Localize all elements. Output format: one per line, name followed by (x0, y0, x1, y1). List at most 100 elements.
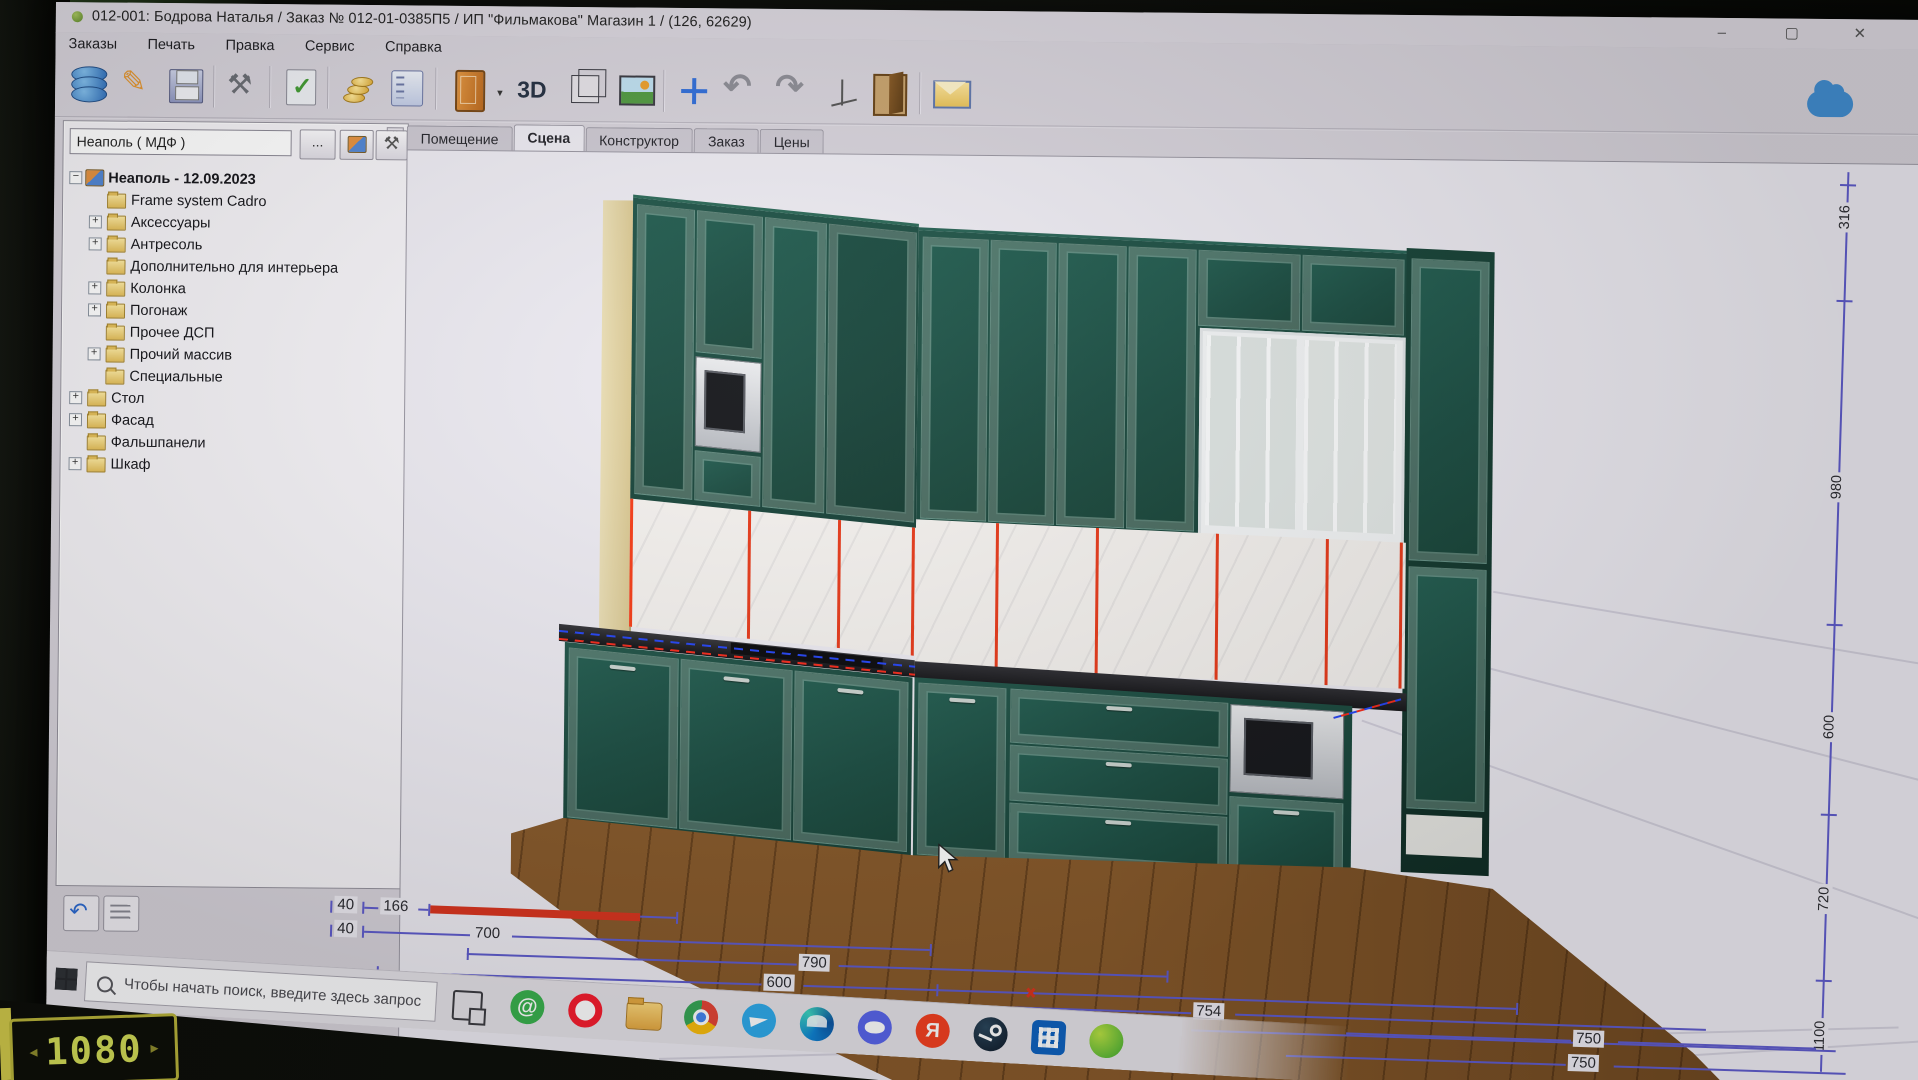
dim-720: 720 (1816, 884, 1833, 915)
menu-service[interactable]: Сервис (292, 34, 368, 55)
app-icon (72, 11, 83, 22)
undo-icon: ↶ (723, 66, 752, 106)
axes-button[interactable] (823, 69, 869, 115)
dim-316: 316 (1837, 202, 1854, 233)
paint-house-icon (348, 136, 367, 153)
tab-scene[interactable]: Сцена (513, 124, 584, 152)
expand-icon[interactable]: + (88, 281, 101, 294)
tab-room[interactable]: Помещение (407, 125, 513, 151)
tree-item[interactable]: + Прочий массив (62, 343, 406, 367)
spec-panel-button[interactable] (383, 65, 429, 111)
database-button[interactable] (63, 62, 109, 108)
center-view-button[interactable] (671, 68, 717, 114)
envelope-icon (933, 80, 971, 108)
kitchen-window (1198, 328, 1406, 548)
tree-item[interactable]: + Стол (61, 387, 405, 411)
tree-item[interactable]: Frame system Cadro (63, 189, 407, 213)
wireframe-cube-icon (571, 75, 599, 103)
tree-item[interactable]: + Погонаж (62, 299, 406, 323)
expand-icon[interactable]: + (69, 413, 82, 426)
open-door-button[interactable] (867, 70, 913, 116)
undo-button[interactable]: ↶ (719, 68, 765, 114)
tree-item[interactable]: + Шкаф (60, 453, 404, 477)
expand-icon[interactable]: + (69, 457, 82, 470)
door-dropdown-caret[interactable]: ▾ (497, 86, 503, 99)
collapse-icon[interactable]: − (69, 171, 82, 184)
panel-tools-button[interactable]: ⚒ (375, 130, 407, 160)
task-view-icon[interactable] (452, 990, 484, 1022)
mode-3d-label[interactable]: 3D (517, 76, 547, 103)
tab-constructor[interactable]: Конструктор (585, 127, 693, 153)
telegram-icon[interactable] (741, 1003, 777, 1039)
tree-item[interactable]: Прочее ДСП (62, 321, 406, 345)
tree-item[interactable]: + Аксессуары (63, 211, 407, 235)
material-paint-button[interactable] (339, 130, 373, 160)
wireframe-button[interactable] (563, 67, 609, 113)
built-in-microwave (1229, 704, 1344, 799)
refresh-icon: ↶ (69, 898, 88, 924)
tools-button[interactable]: ⚒ (219, 64, 265, 110)
kitchen-backsplash-right (915, 519, 1406, 689)
close-button[interactable]: ✕ (1836, 22, 1884, 46)
browse-button[interactable]: ... (300, 129, 336, 159)
price-button[interactable] (335, 65, 381, 111)
render-image-button[interactable] (611, 67, 657, 113)
chrome-icon[interactable] (683, 999, 719, 1035)
check-order-button[interactable] (277, 64, 323, 110)
tab-order[interactable]: Заказ (694, 128, 759, 154)
sticker-arrow-right: ▸ (150, 1038, 159, 1058)
sync-button[interactable]: ↶ (63, 895, 99, 931)
mail-button[interactable] (927, 70, 973, 116)
edit-button[interactable]: ✎ (113, 63, 159, 109)
calculator-icon[interactable] (1031, 1020, 1067, 1056)
menu-help[interactable]: Справка (372, 35, 455, 56)
steam-icon[interactable] (973, 1016, 1009, 1052)
sticker-value: 1080 (45, 1027, 144, 1073)
tree-item[interactable]: Специальные (61, 365, 405, 389)
menu-print[interactable]: Печать (134, 33, 208, 54)
material-combo[interactable]: Неаполь ( МДФ ) (70, 128, 292, 156)
app-icon-partial[interactable] (1088, 1023, 1124, 1059)
folder-icon (107, 215, 126, 230)
tree-item-root[interactable]: − Неаполь - 12.09.2023 (63, 167, 407, 191)
menu-orders[interactable]: Заказы (56, 32, 131, 53)
tree-item[interactable]: Дополнительно для интерьера (62, 255, 406, 279)
open-door-icon (873, 74, 907, 116)
start-button[interactable] (55, 968, 78, 991)
tree-item[interactable]: + Фасад (61, 409, 405, 433)
tree-item[interactable]: Фальшпанели (61, 431, 405, 455)
discord-icon[interactable] (857, 1010, 893, 1046)
expand-icon[interactable]: + (88, 347, 101, 360)
folder-icon (106, 303, 125, 318)
edge-icon[interactable] (799, 1006, 835, 1042)
cabinet-door-button[interactable] (445, 66, 491, 112)
crosshair-icon (681, 78, 707, 104)
expand-icon[interactable]: + (88, 303, 101, 316)
expand-icon[interactable]: + (89, 215, 102, 228)
maximize-button[interactable]: ▢ (1768, 21, 1816, 45)
image-icon (619, 75, 655, 105)
mail-agent-icon[interactable]: @ (509, 989, 545, 1025)
notes-button[interactable] (103, 895, 139, 931)
explorer-icon[interactable] (625, 1001, 663, 1031)
price-sticker-1080: ◂ 1080 ▸ (9, 1013, 179, 1080)
save-button[interactable] (161, 63, 207, 109)
folder-icon (106, 325, 125, 340)
cloud-icon[interactable] (1807, 91, 1853, 117)
yandex-browser-icon[interactable]: Я (915, 1013, 951, 1049)
cabinet-door-icon (455, 70, 485, 112)
menu-edit[interactable]: Правка (212, 34, 287, 55)
expand-icon[interactable]: + (69, 391, 82, 404)
folder-icon (107, 237, 126, 252)
tree-item[interactable]: + Колонка (62, 277, 406, 301)
tree-item[interactable]: + Антресоль (63, 233, 407, 257)
panel-list-icon (391, 70, 423, 106)
redo-button[interactable]: ↷ (771, 69, 817, 115)
monitor-screen: 012-001: Бодрова Наталья / Заказ № 012-0… (45, 2, 1918, 1080)
save-icon (169, 69, 203, 103)
tab-prices[interactable]: Цены (760, 129, 824, 155)
minimize-button[interactable]: – (1698, 21, 1746, 45)
taskbar-search[interactable]: Чтобы начать поиск, введите здесь запрос (84, 961, 438, 1022)
opera-icon[interactable] (567, 993, 603, 1029)
expand-icon[interactable]: + (89, 237, 102, 250)
